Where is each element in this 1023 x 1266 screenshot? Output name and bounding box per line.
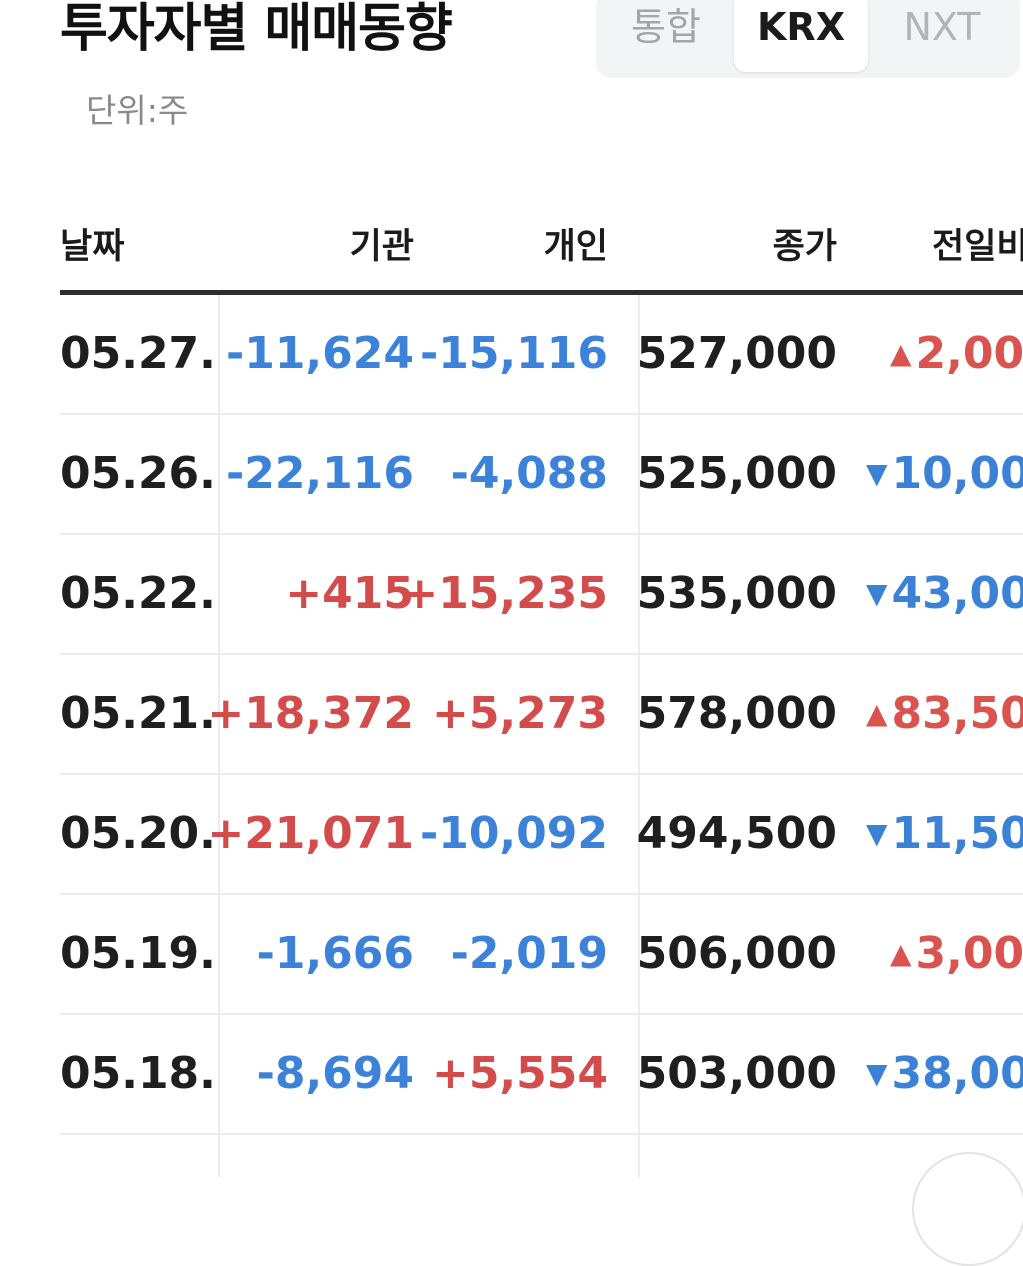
change-value: 38,000: [891, 1048, 1023, 1099]
table-row: 05.26.-22,116 -4,088 525,000 ▼10,000: [60, 415, 1023, 535]
scroll-to-top-button[interactable]: [912, 1152, 1023, 1266]
column-header-date: 날짜: [60, 227, 125, 267]
close-price-cell: 527,000: [636, 328, 837, 379]
institution-cell: -22,116: [225, 448, 414, 499]
institution-cell: -1,666: [256, 928, 414, 979]
individual-cell: -10,092: [419, 808, 608, 859]
column-header-change: 전일비: [932, 227, 1023, 267]
triangle-down-icon: ▼: [866, 577, 888, 610]
table-row: 05.19. -1,666 -2,019 506,000 ▲3,000: [60, 895, 1023, 1015]
date-cell: 05.21.: [60, 688, 216, 739]
market-segment-control: 통합 KRX NXT: [596, 0, 1020, 78]
individual-cell: +5,554: [431, 1048, 608, 1099]
change-cell: ▼43,000: [866, 535, 1023, 653]
date-cell: 05.22.: [60, 568, 216, 619]
change-cell: ▲83,500: [866, 655, 1023, 773]
change-cell: ▼38,000: [866, 1015, 1023, 1133]
triangle-down-icon: ▼: [866, 457, 888, 490]
triangle-down-icon: ▼: [866, 817, 888, 850]
close-price-cell: 525,000: [636, 448, 837, 499]
change-value: 10,000: [891, 448, 1023, 499]
unit-label: 단위:주: [86, 91, 189, 130]
institution-cell: +415: [285, 568, 414, 619]
column-header-individual: 개인: [543, 227, 608, 267]
date-cell: 05.19.: [60, 928, 216, 979]
page-title: 투자자별 매매동향: [60, 0, 453, 59]
partially-visible-row: [60, 1135, 1023, 1177]
change-cell: ▼10,000: [866, 415, 1023, 533]
close-price-cell: 506,000: [636, 928, 837, 979]
date-cell: 05.27.: [60, 328, 216, 379]
individual-cell: -2,019: [450, 928, 608, 979]
tab-nxt[interactable]: NXT: [886, 0, 998, 72]
table-row: 05.18. -8,694 +5,554 503,000 ▼38,000: [60, 1015, 1023, 1135]
table-row: 05.22. +415+15,235 535,000 ▼43,000: [60, 535, 1023, 655]
tab-krx[interactable]: KRX: [734, 0, 868, 72]
change-value: 2,000: [915, 328, 1023, 379]
date-cell: 05.26.: [60, 448, 216, 499]
individual-cell: +15,235: [401, 568, 608, 619]
triangle-up-icon: ▲: [866, 697, 888, 730]
tab-unified[interactable]: 통합: [596, 0, 736, 72]
change-value: 43,000: [891, 568, 1023, 619]
change-value: 83,500: [891, 688, 1023, 739]
individual-cell: +5,273: [431, 688, 608, 739]
change-cell: ▲2,000: [890, 295, 1023, 413]
close-price-cell: 535,000: [636, 568, 837, 619]
column-header-institution: 기관: [349, 227, 414, 267]
date-cell: 05.20.: [60, 808, 216, 859]
table-row: 05.21.+18,372 +5,273 578,000 ▲83,500: [60, 655, 1023, 775]
individual-cell: -15,116: [419, 328, 608, 379]
institution-cell: -8,694: [256, 1048, 414, 1099]
close-price-cell: 494,500: [636, 808, 837, 859]
table-row: 05.27.-11,624-15,116 527,000 ▲2,000: [60, 295, 1023, 415]
institution-cell: +21,071: [207, 808, 414, 859]
close-price-cell: 503,000: [636, 1048, 837, 1099]
institution-cell: +18,372: [207, 688, 414, 739]
date-cell: 05.18.: [60, 1048, 216, 1099]
institution-cell: -11,624: [225, 328, 414, 379]
triangle-up-icon: ▲: [890, 937, 912, 970]
change-cell: ▼11,500: [866, 775, 1023, 893]
column-header-close: 종가: [772, 227, 837, 267]
close-price-cell: 578,000: [636, 688, 837, 739]
table-row: 05.20.+21,071-10,092 494,500 ▼11,500: [60, 775, 1023, 895]
individual-cell: -4,088: [450, 448, 608, 499]
triangle-up-icon: ▲: [890, 337, 912, 370]
change-value: 3,000: [915, 928, 1023, 979]
change-value: 11,500: [891, 808, 1023, 859]
change-cell: ▲3,000: [890, 895, 1023, 1013]
triangle-down-icon: ▼: [866, 1057, 888, 1090]
